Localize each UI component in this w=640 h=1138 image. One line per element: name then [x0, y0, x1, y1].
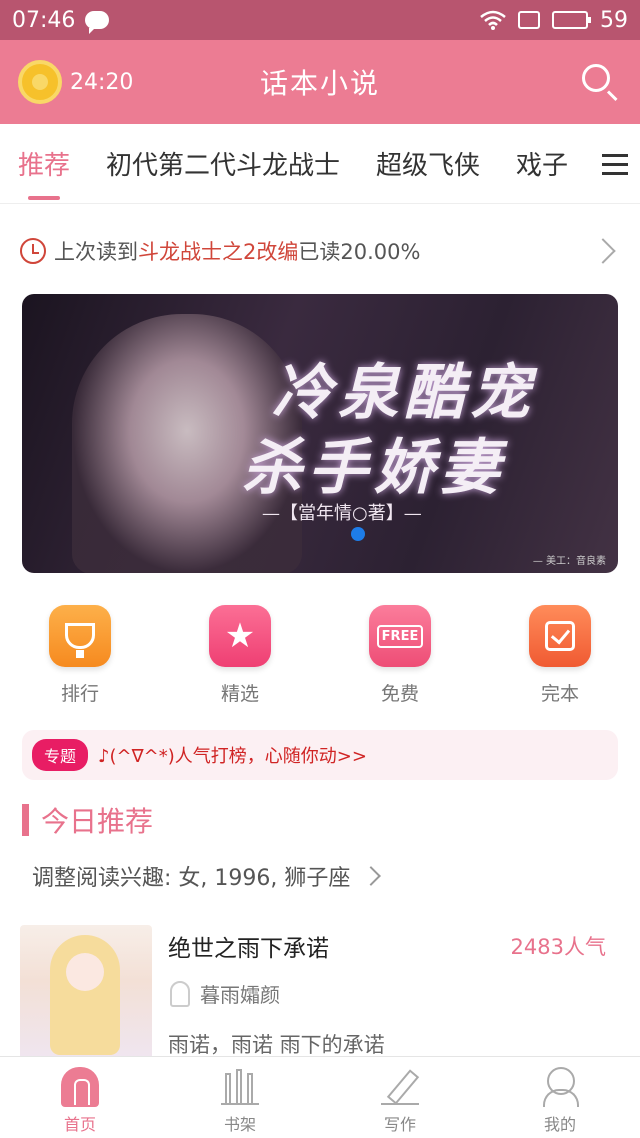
app-header: 24:20 话本小说 — [0, 40, 640, 124]
quick-nav-label: 精选 — [220, 683, 259, 705]
star-icon: ★ — [209, 605, 271, 667]
topic-badge: 专题 — [32, 739, 89, 771]
section-accent-bar — [22, 804, 29, 836]
nav-label: 写作 — [383, 1115, 416, 1134]
adjust-interest-link[interactable]: 调整阅读兴趣: 女, 1996, 狮子座 — [32, 855, 382, 897]
quick-nav-label: 排行 — [60, 683, 99, 705]
chevron-right-icon — [590, 238, 616, 264]
promo-banner[interactable]: 冷泉酷宠 杀手娇妻 —【當年情○著】— — 美工：音良素 — [22, 294, 618, 573]
search-icon — [582, 64, 610, 92]
home-icon — [61, 1067, 99, 1107]
trophy-icon — [49, 605, 111, 667]
banner-author: —【當年情○著】— — [262, 503, 422, 524]
coin-clock-icon — [18, 60, 62, 104]
last-read-prefix: 上次读到 — [54, 240, 138, 264]
chevron-right-icon — [361, 866, 382, 886]
nav-label: 首页 — [63, 1115, 96, 1134]
book-title: 绝世之雨下承诺 — [168, 936, 329, 962]
free-tag-icon: FREE — [369, 605, 431, 667]
search-button[interactable] — [578, 60, 622, 104]
check-icon — [529, 605, 591, 667]
nav-label: 书架 — [223, 1115, 256, 1134]
quick-nav: 排行 ★ 精选 FREE 免费 完本 — [0, 605, 640, 715]
chat-notification-icon — [85, 11, 110, 34]
reading-timer[interactable]: 24:20 — [18, 60, 133, 104]
status-bar: 07:46 59 — [0, 0, 640, 40]
tab-recommend[interactable]: 推荐 — [18, 145, 70, 200]
book-card[interactable]: 绝世之雨下承诺 2483人气 暮雨孀颜 雨诺，雨诺 雨下的承诺 — [20, 925, 620, 1057]
category-tabs: 推荐 初代第二代斗龙战士 超级飞侠 戏子 — [0, 124, 640, 204]
section-title: 今日推荐 — [41, 805, 154, 838]
nav-bookshelf[interactable]: 书架 — [160, 1057, 320, 1138]
menu-icon[interactable] — [584, 124, 640, 203]
nav-label: 我的 — [543, 1115, 576, 1134]
quick-nav-free[interactable]: FREE 免费 — [320, 605, 480, 715]
wifi-icon — [480, 10, 506, 30]
bookshelf-icon — [221, 1067, 259, 1107]
nav-write[interactable]: 写作 — [320, 1057, 480, 1138]
banner-title-line1: 冷泉酷宠 — [272, 358, 536, 428]
profile-icon — [541, 1067, 579, 1107]
pen-icon — [381, 1067, 419, 1107]
timer-text: 24:20 — [70, 69, 134, 95]
nav-profile[interactable]: 我的 — [480, 1057, 640, 1138]
last-read-bar[interactable]: 上次读到 斗龙战士之2改编 已读20.00% — [0, 218, 640, 284]
interest-text: 调整阅读兴趣: 女, 1996, 狮子座 — [32, 866, 351, 891]
banner-credit: — 美工：音良素 — [532, 556, 606, 567]
status-time: 07:46 — [12, 7, 76, 33]
book-description: 雨诺，雨诺 雨下的承诺 — [168, 1033, 385, 1057]
bottom-nav: 首页 书架 写作 我的 — [0, 1056, 640, 1138]
topic-bar[interactable]: 专题 ♪(^∇^*)人气打榜，心随你动>> — [22, 730, 618, 780]
author-avatar-icon — [170, 980, 190, 1007]
last-read-book: 斗龙战士之2改编 — [138, 240, 299, 264]
book-cover — [20, 925, 152, 1057]
recent-apps-icon — [518, 11, 540, 29]
history-clock-icon — [20, 238, 46, 264]
battery-percent: 59 — [600, 7, 628, 33]
quick-nav-label: 免费 — [380, 683, 419, 705]
topic-text: ♪(^∇^*)人气打榜，心随你动>> — [98, 746, 367, 767]
quick-nav-label: 完本 — [540, 683, 579, 705]
last-read-progress: 已读20.00% — [298, 240, 421, 264]
book-author-row: 暮雨孀颜 — [170, 979, 280, 1008]
book-author: 暮雨孀颜 — [200, 983, 280, 1007]
tab-super-wings[interactable]: 超级飞侠 — [376, 145, 480, 182]
nav-home[interactable]: 首页 — [0, 1057, 160, 1138]
carousel-indicator — [351, 527, 365, 541]
quick-nav-featured[interactable]: ★ 精选 — [160, 605, 320, 715]
tab-doulong[interactable]: 初代第二代斗龙战士 — [106, 145, 340, 182]
battery-icon — [552, 11, 591, 29]
banner-title-line2: 杀手娇妻 — [242, 433, 506, 503]
section-header: 今日推荐 — [22, 800, 153, 840]
quick-nav-ranking[interactable]: 排行 — [0, 605, 160, 715]
tab-xizi[interactable]: 戏子 — [516, 145, 568, 182]
book-popularity: 2483人气 — [510, 935, 606, 959]
quick-nav-completed[interactable]: 完本 — [480, 605, 640, 715]
